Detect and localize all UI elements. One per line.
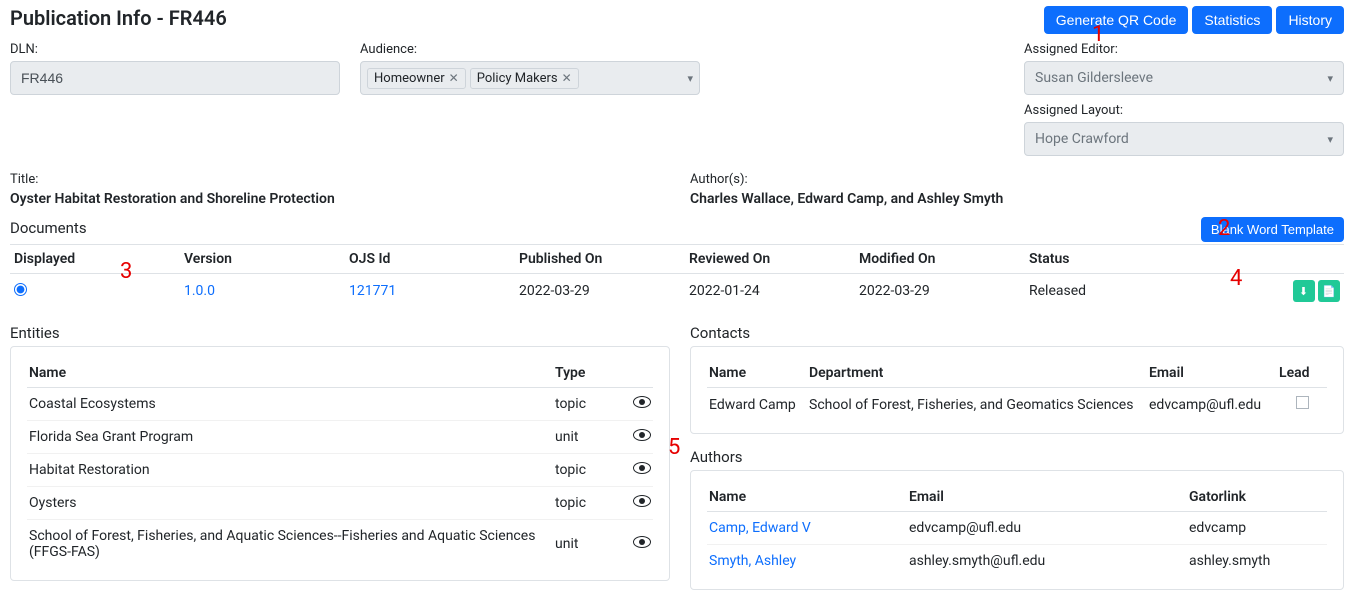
col-gator: Gatorlink (1187, 483, 1327, 512)
entity-type: topic (553, 388, 623, 421)
author-email: ashley.smyth@ufl.edu (907, 545, 1187, 578)
entities-heading: Entities (10, 324, 670, 342)
authors-label: Author(s): (690, 172, 1344, 187)
entity-name: Florida Sea Grant Program (27, 421, 553, 454)
entity-row: Coastal Ecosystems topic (27, 388, 653, 421)
lead-checkbox[interactable] (1296, 396, 1309, 409)
audience-select[interactable]: Homeowner ✕ Policy Makers ✕ ▾ (360, 61, 700, 95)
eye-icon[interactable] (633, 462, 651, 474)
ojs-link[interactable]: 121771 (349, 283, 396, 299)
chevron-down-icon: ▾ (1327, 133, 1333, 146)
audience-tag-label: Homeowner (374, 71, 445, 86)
contacts-heading: Contacts (690, 324, 1344, 342)
col-email: Email (1147, 359, 1277, 388)
layout-label: Assigned Layout: (1024, 103, 1344, 118)
author-gator: edvcamp (1187, 512, 1327, 545)
contacts-table: Name Department Email Lead Edward Camp S… (707, 359, 1327, 421)
entity-name: School of Forest, Fisheries, and Aquatic… (27, 520, 553, 569)
col-reviewed: Reviewed On (685, 245, 855, 274)
col-email: Email (907, 483, 1187, 512)
modified-cell: 2022-03-29 (855, 274, 1025, 309)
col-lead: Lead (1277, 359, 1327, 388)
col-name: Name (27, 359, 553, 388)
title-label: Title: (10, 172, 690, 187)
entities-table: Name Type Coastal Ecosystems topic Flori… (27, 359, 653, 568)
editor-value: Susan Gildersleeve (1035, 70, 1153, 86)
tag-remove-icon[interactable]: ✕ (562, 71, 572, 85)
eye-icon[interactable] (633, 396, 651, 408)
contact-name: Edward Camp (707, 388, 807, 422)
col-status: Status (1025, 245, 1264, 274)
contact-email: edvcamp@ufl.edu (1147, 388, 1277, 422)
col-dept: Department (807, 359, 1147, 388)
eye-icon[interactable] (633, 429, 651, 441)
col-published: Published On (515, 245, 685, 274)
col-name: Name (707, 483, 907, 512)
chevron-down-icon: ▾ (687, 72, 693, 85)
entity-name: Oysters (27, 487, 553, 520)
entity-name: Coastal Ecosystems (27, 388, 553, 421)
contact-dept: School of Forest, Fisheries, and Geomati… (807, 388, 1147, 422)
statistics-button[interactable]: Statistics (1192, 6, 1272, 34)
audience-label: Audience: (360, 42, 700, 57)
document-icon[interactable]: 📄 (1318, 280, 1340, 302)
chevron-down-icon: ▾ (1327, 72, 1333, 85)
author-row: Smyth, Ashley ashley.smyth@ufl.edu ashle… (707, 545, 1327, 578)
authors-heading: Authors (690, 448, 1344, 466)
entity-row: Florida Sea Grant Program unit (27, 421, 653, 454)
layout-value: Hope Crawford (1035, 131, 1129, 147)
layout-select[interactable]: Hope Crawford ▾ (1024, 122, 1344, 156)
author-name-link[interactable]: Smyth, Ashley (709, 553, 796, 569)
editor-select[interactable]: Susan Gildersleeve ▾ (1024, 61, 1344, 95)
col-type: Type (553, 359, 623, 388)
document-row: 1.0.0 121771 2022-03-29 2022-01-24 2022-… (10, 274, 1344, 309)
contact-row: Edward Camp School of Forest, Fisheries,… (707, 388, 1327, 422)
author-name-link[interactable]: Camp, Edward V (709, 520, 811, 536)
authors-table: Name Email Gatorlink Camp, Edward V edvc… (707, 483, 1327, 577)
entity-type: unit (553, 421, 623, 454)
authors-value: Charles Wallace, Edward Camp, and Ashley… (690, 191, 1344, 207)
audience-tag-label: Policy Makers (477, 71, 558, 86)
displayed-radio[interactable] (14, 283, 27, 296)
download-icon[interactable]: ⬇ (1293, 280, 1315, 302)
entity-row: School of Forest, Fisheries, and Aquatic… (27, 520, 653, 569)
eye-icon[interactable] (633, 495, 651, 507)
dln-label: DLN: (10, 42, 340, 57)
audience-tag: Homeowner ✕ (367, 68, 466, 89)
tag-remove-icon[interactable]: ✕ (449, 71, 459, 85)
entity-type: topic (553, 454, 623, 487)
col-modified: Modified On (855, 245, 1025, 274)
author-row: Camp, Edward V edvcamp@ufl.edu edvcamp (707, 512, 1327, 545)
documents-heading: Documents (10, 219, 87, 237)
title-value: Oyster Habitat Restoration and Shoreline… (10, 191, 690, 207)
eye-icon[interactable] (633, 536, 651, 548)
col-ojs: OJS Id (345, 245, 515, 274)
dln-input (10, 61, 340, 95)
version-link[interactable]: 1.0.0 (184, 283, 215, 299)
audience-tag: Policy Makers ✕ (470, 68, 579, 89)
entity-row: Oysters topic (27, 487, 653, 520)
history-button[interactable]: History (1276, 6, 1344, 34)
editor-label: Assigned Editor: (1024, 42, 1344, 57)
author-gator: ashley.smyth (1187, 545, 1327, 578)
reviewed-cell: 2022-01-24 (685, 274, 855, 309)
page-title: Publication Info - FR446 (10, 6, 227, 30)
generate-qr-button[interactable]: Generate QR Code (1044, 6, 1189, 34)
col-displayed: Displayed (10, 245, 180, 274)
col-version: Version (180, 245, 345, 274)
status-cell: Released (1025, 274, 1264, 309)
entity-type: topic (553, 487, 623, 520)
entity-name: Habitat Restoration (27, 454, 553, 487)
author-email: edvcamp@ufl.edu (907, 512, 1187, 545)
col-name: Name (707, 359, 807, 388)
entity-row: Habitat Restoration topic (27, 454, 653, 487)
entity-type: unit (553, 520, 623, 569)
blank-word-template-button[interactable]: Blank Word Template (1201, 217, 1344, 242)
documents-table: Displayed Version OJS Id Published On Re… (10, 244, 1344, 308)
published-cell: 2022-03-29 (515, 274, 685, 309)
